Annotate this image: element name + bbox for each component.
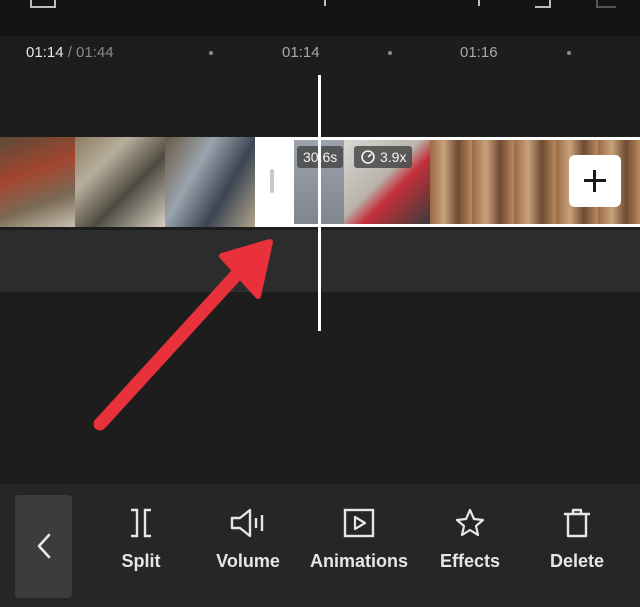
delete-icon bbox=[564, 508, 590, 538]
effects-label: Effects bbox=[439, 551, 501, 571]
delete-label: Delete bbox=[549, 551, 605, 571]
split-icon bbox=[131, 508, 151, 538]
animations-button[interactable]: Animations bbox=[304, 507, 414, 587]
animations-label: Animations bbox=[309, 551, 408, 571]
chevron-left-icon bbox=[37, 533, 51, 559]
split-label: Split bbox=[121, 551, 161, 571]
split-button[interactable]: Split bbox=[86, 507, 196, 587]
back-button[interactable] bbox=[15, 495, 72, 598]
effects-icon bbox=[455, 508, 485, 537]
delete-button[interactable]: Delete bbox=[522, 507, 632, 587]
arrow-shaft bbox=[93, 266, 245, 431]
volume-button[interactable]: Volume bbox=[193, 507, 303, 587]
effects-button[interactable]: Effects bbox=[415, 507, 525, 587]
volume-label: Volume bbox=[216, 551, 280, 571]
volume-icon bbox=[230, 508, 264, 538]
animations-icon bbox=[343, 508, 375, 538]
